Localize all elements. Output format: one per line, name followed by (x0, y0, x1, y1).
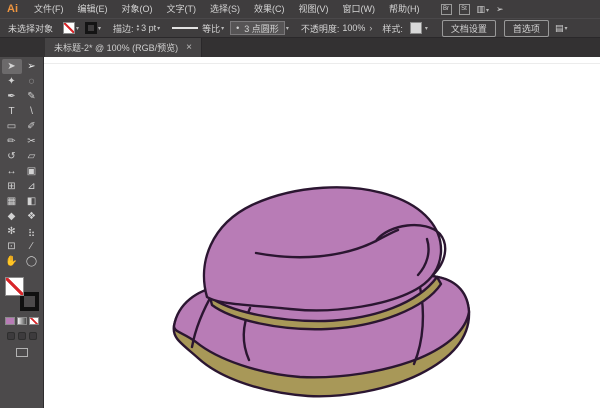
fill-stroke-indicator[interactable] (4, 277, 39, 311)
panel-icon: ▤ (554, 22, 564, 33)
direct-selection-tool[interactable]: ➢ (22, 59, 42, 74)
eyedropper-tool[interactable]: ◆ (2, 209, 22, 224)
style-control[interactable]: ▾ (406, 22, 428, 34)
pencil-tool[interactable]: ✏ (2, 134, 22, 149)
preferences-button[interactable]: 首选项 (503, 19, 549, 37)
fill-color-control[interactable]: ▾ (63, 22, 79, 34)
chevron-down-icon[interactable]: ▾ (425, 25, 428, 32)
share-icon[interactable]: ➢ (496, 4, 504, 15)
panel-options-control[interactable]: ▤ ▾ (555, 23, 568, 34)
column-graph-tool[interactable]: ⣦ (22, 224, 42, 239)
menu-object[interactable]: 对象(O) (115, 0, 160, 18)
stock-icon[interactable]: St (458, 3, 470, 15)
fill-proxy-swatch-none[interactable] (4, 277, 24, 296)
stroke-color-control[interactable]: ▾ (85, 22, 101, 34)
stroke-weight-value[interactable]: 3 pt (141, 23, 156, 33)
stroke-weight-control[interactable]: ▴ ▾ 3 pt ▾ (137, 23, 161, 33)
menu-bar: Ai 文件(F) 编辑(E) 对象(O) 文字(T) 选择(S) 效果(C) 视… (0, 0, 600, 18)
document-setup-button[interactable]: 文档设置 (441, 19, 496, 37)
menu-help[interactable]: 帮助(H) (382, 0, 427, 18)
curvature-tool[interactable]: ✎ (22, 89, 42, 104)
paintbrush-tool[interactable]: ✐ (22, 119, 42, 134)
chevron-down-icon[interactable]: ▾ (286, 25, 289, 32)
drawing-mode-buttons (6, 332, 37, 340)
rectangle-tool[interactable]: ▭ (2, 119, 22, 134)
menu-file[interactable]: 文件(F) (27, 0, 71, 18)
blend-tool[interactable]: ❖ (22, 209, 42, 224)
pen-tool[interactable]: ✒ (2, 89, 22, 104)
document-tab-title: 未标题-2* @ 100% (RGB/预览) (54, 43, 179, 53)
style-swatch[interactable] (409, 22, 422, 34)
chevron-down-icon[interactable]: ▾ (98, 25, 101, 32)
selection-tool[interactable]: ➤ (1, 59, 22, 74)
menu-type[interactable]: 文字(T) (160, 0, 204, 18)
artboard-tool[interactable]: ⊡ (2, 239, 22, 254)
close-icon[interactable]: × (186, 42, 192, 53)
mesh-tool[interactable]: ▦ (2, 194, 22, 209)
document-tab[interactable]: 未标题-2* @ 100% (RGB/预览) × (45, 38, 203, 57)
stroke-profile-control[interactable]: 等比 ▾ (166, 22, 224, 35)
screen-mode-button[interactable] (15, 348, 28, 357)
free-transform-tool[interactable]: ▣ (22, 164, 42, 179)
chevron-down-icon[interactable]: ▾ (157, 25, 160, 32)
brush-control[interactable]: • 3 点圆形 ▾ (230, 21, 289, 35)
stroke-profile-preview (172, 27, 199, 29)
color-button[interactable] (4, 317, 15, 325)
stepper-icon[interactable]: ▴ ▾ (137, 24, 140, 33)
tools-panel: ➤ ➢ ✦ ◌ ✒ ✎ T \ ▭ ✐ ✏ ✂ ↺ ▱ ↔ ▣ ⊞ ⊿ ▦ ◧ … (0, 57, 44, 408)
symbol-sprayer-tool[interactable]: ✻ (2, 224, 22, 239)
bridge-icon[interactable]: Br (440, 3, 452, 15)
bun-illustration[interactable] (44, 57, 600, 408)
draw-inside-mode[interactable] (28, 332, 37, 340)
menu-window[interactable]: 窗口(W) (336, 0, 383, 18)
rotate-tool[interactable]: ↺ (2, 149, 22, 164)
chevron-down-icon: ▾ (486, 7, 490, 14)
menu-effect[interactable]: 效果(C) (247, 0, 292, 18)
shape-builder-tool[interactable]: ⊞ (2, 179, 22, 194)
gradient-tool[interactable]: ◧ (22, 194, 42, 209)
perspective-grid-tool[interactable]: ⊿ (22, 179, 42, 194)
line-segment-tool[interactable]: \ (22, 104, 42, 119)
opacity-value[interactable]: 100% (342, 23, 365, 33)
menu-select[interactable]: 选择(S) (203, 0, 247, 18)
workspace-switcher[interactable]: ▥▾ (477, 4, 490, 15)
slice-tool[interactable]: ∕ (22, 239, 42, 254)
illustrator-logo: Ai (7, 3, 18, 15)
chevron-down-icon: ▾ (564, 25, 568, 32)
control-bar: 未选择对象 ▾ ▾ 描边: ▴ ▾ 3 pt ▾ 等比 ▾ • 3 点圆形 ▾ 不… (0, 18, 600, 38)
workspace-icon: ▥ (476, 3, 486, 14)
none-button[interactable] (28, 317, 39, 325)
zoom-tool[interactable]: ◯ (22, 254, 42, 269)
menu-view[interactable]: 视图(V) (292, 0, 336, 18)
brush-thumbnail: • (236, 23, 240, 33)
selection-status: 未选择对象 (8, 23, 54, 34)
brush-name[interactable]: 3 点圆形 (244, 22, 279, 35)
flyout-arrow-icon[interactable]: › (369, 23, 372, 33)
gradient-button[interactable] (16, 317, 27, 325)
color-mode-buttons (4, 317, 39, 325)
lasso-tool[interactable]: ◌ (22, 74, 42, 89)
menu-edit[interactable]: 编辑(E) (71, 0, 115, 18)
stroke-weight-label: 描边: (113, 23, 134, 34)
hand-tool[interactable]: ✋ (2, 254, 22, 269)
scale-tool[interactable]: ▱ (22, 149, 42, 164)
chevron-down-icon[interactable]: ▾ (221, 25, 224, 32)
eraser-tool[interactable]: ✂ (22, 134, 42, 149)
magic-wand-tool[interactable]: ✦ (2, 74, 22, 89)
draw-behind-mode[interactable] (17, 332, 26, 340)
document-tab-bar: 未标题-2* @ 100% (RGB/预览) × (0, 38, 600, 57)
chevron-down-icon[interactable]: ▾ (76, 25, 79, 32)
stroke-color-swatch[interactable] (85, 22, 98, 34)
fill-none-swatch[interactable] (63, 22, 76, 34)
style-label: 样式: (382, 23, 403, 34)
stroke-profile-value[interactable]: 等比 (202, 22, 220, 35)
artboard-canvas[interactable] (44, 57, 600, 408)
width-tool[interactable]: ↔ (2, 164, 22, 179)
draw-normal-mode[interactable] (6, 332, 15, 340)
opacity-label: 不透明度: (300, 23, 340, 34)
type-tool[interactable]: T (2, 104, 22, 119)
bun-dome-purple (202, 186, 443, 312)
